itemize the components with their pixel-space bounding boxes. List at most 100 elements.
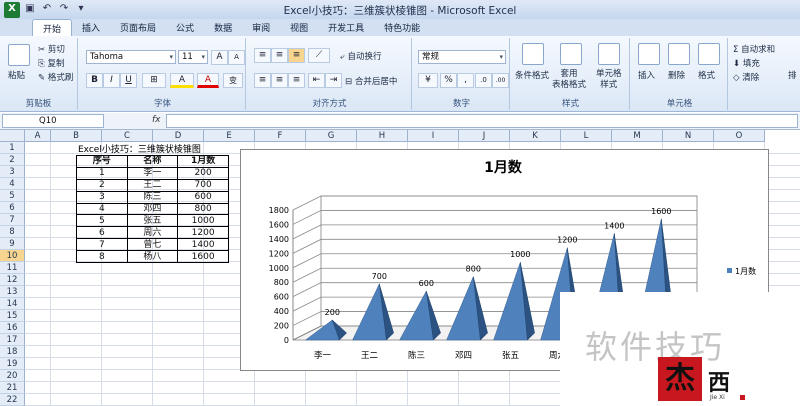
paste-button[interactable]: 粘贴	[8, 69, 25, 81]
table-cell[interactable]: 600	[177, 190, 229, 204]
column-header-h[interactable]: H	[357, 130, 408, 142]
row-header-17[interactable]: 17	[0, 334, 25, 346]
table-cell[interactable]: 700	[177, 178, 229, 192]
column-header-a[interactable]: A	[25, 130, 51, 142]
table-cell[interactable]: 陈三	[126, 190, 179, 204]
row-header-15[interactable]: 15	[0, 310, 25, 322]
table-cell[interactable]: 1600	[177, 250, 229, 264]
align-center-icon[interactable]: ≡	[271, 73, 288, 88]
table-cell[interactable]: 李一	[126, 166, 179, 180]
select-all-corner[interactable]	[0, 130, 25, 142]
align-left-icon[interactable]: ≡	[254, 73, 271, 88]
table-cell[interactable]: 2	[76, 178, 128, 192]
table-cell[interactable]: 1	[76, 166, 128, 180]
column-header-c[interactable]: C	[102, 130, 153, 142]
table-cell[interactable]: 邓四	[126, 202, 179, 216]
italic-button[interactable]: I	[103, 73, 120, 88]
table-cell[interactable]: 5	[76, 214, 128, 228]
comma-button[interactable]: ,	[457, 73, 474, 88]
indent-increase-icon[interactable]: ⇥	[325, 73, 342, 88]
fill-button[interactable]: ⬇ 填充	[733, 57, 760, 69]
column-header-m[interactable]: M	[612, 130, 663, 142]
cell-style-button[interactable]: 单元格 样式	[596, 69, 622, 91]
cell-style-icon[interactable]	[598, 43, 620, 65]
delete-cells-icon[interactable]	[668, 43, 690, 65]
font-color-button[interactable]: A	[197, 73, 219, 88]
currency-icon[interactable]: ¥	[418, 73, 438, 88]
phonetic-button[interactable]: 变	[223, 73, 243, 88]
tab-special[interactable]: 特色功能	[374, 19, 430, 36]
format-cells-icon[interactable]	[698, 43, 720, 65]
delete-cells-button[interactable]: 删除	[668, 69, 685, 81]
align-right-icon[interactable]: ≡	[288, 73, 305, 88]
row-header-1[interactable]: 1	[0, 142, 25, 154]
row-header-7[interactable]: 7	[0, 214, 25, 226]
header-cell[interactable]: 名称	[126, 155, 179, 168]
table-cell[interactable]: 王二	[126, 178, 179, 192]
table-cell[interactable]: 7	[76, 238, 128, 252]
table-cell[interactable]: 张五	[126, 214, 179, 228]
fill-color-button[interactable]: A	[170, 73, 194, 88]
wrap-text-button[interactable]: ⤶ 自动换行	[340, 50, 381, 62]
table-cell[interactable]: 4	[76, 202, 128, 216]
column-header-j[interactable]: J	[459, 130, 510, 142]
clear-button[interactable]: ◇ 清除	[733, 71, 759, 83]
bold-button[interactable]: B	[86, 73, 103, 88]
format-painter-button[interactable]: ✎ 格式刷	[38, 71, 73, 83]
row-header-3[interactable]: 3	[0, 166, 25, 178]
font-name-select[interactable]: Tahoma ▾	[86, 50, 176, 64]
align-middle-icon[interactable]: ≡	[271, 48, 288, 63]
column-header-k[interactable]: K	[510, 130, 561, 142]
row-header-14[interactable]: 14	[0, 298, 25, 310]
column-header-f[interactable]: F	[255, 130, 306, 142]
column-header-e[interactable]: E	[204, 130, 255, 142]
table-cell[interactable]: 1400	[177, 238, 229, 252]
merge-center-button[interactable]: ⊟ 合并后居中	[345, 75, 397, 87]
row-header-21[interactable]: 21	[0, 382, 25, 394]
tab-review[interactable]: 审阅	[242, 19, 280, 36]
row-header-2[interactable]: 2	[0, 154, 25, 166]
tab-insert[interactable]: 插入	[72, 19, 110, 36]
table-cell[interactable]: 200	[177, 166, 229, 180]
row-header-4[interactable]: 4	[0, 178, 25, 190]
table-cell[interactable]: 1200	[177, 226, 229, 240]
insert-cells-button[interactable]: 插入	[638, 69, 655, 81]
font-size-select[interactable]: 11 ▾	[178, 50, 208, 64]
row-header-19[interactable]: 19	[0, 358, 25, 370]
conditional-format-button[interactable]: 条件格式	[515, 69, 549, 81]
name-box[interactable]: Q10	[2, 114, 104, 128]
format-cells-button[interactable]: 格式	[698, 69, 715, 81]
table-cell[interactable]: 6	[76, 226, 128, 240]
tab-formulas[interactable]: 公式	[166, 19, 204, 36]
indent-decrease-icon[interactable]: ⇤	[308, 73, 325, 88]
row-header-6[interactable]: 6	[0, 202, 25, 214]
column-header-l[interactable]: L	[561, 130, 612, 142]
orientation-icon[interactable]: ⟋	[308, 48, 330, 63]
column-header-g[interactable]: G	[306, 130, 357, 142]
align-top-icon[interactable]: ≡	[254, 48, 271, 63]
table-format-icon[interactable]	[560, 43, 582, 65]
increase-decimal-button[interactable]: .0	[475, 73, 492, 88]
column-header-o[interactable]: O	[714, 130, 765, 142]
table-cell[interactable]: 3	[76, 190, 128, 204]
decrease-decimal-button[interactable]: .00	[492, 73, 509, 88]
border-button[interactable]: ⊞	[142, 73, 166, 88]
row-header-10[interactable]: 10	[0, 250, 25, 262]
tab-developer[interactable]: 开发工具	[318, 19, 374, 36]
header-cell[interactable]: 序号	[76, 155, 128, 168]
insert-cells-icon[interactable]	[638, 43, 660, 65]
column-header-d[interactable]: D	[153, 130, 204, 142]
row-header-12[interactable]: 12	[0, 274, 25, 286]
copy-button[interactable]: ⎘ 复制	[38, 57, 65, 69]
shrink-font-button[interactable]: A	[228, 50, 245, 65]
tab-page-layout[interactable]: 页面布局	[110, 19, 166, 36]
conditional-format-icon[interactable]	[522, 43, 544, 65]
autosum-button[interactable]: Σ 自动求和	[733, 43, 775, 55]
row-header-11[interactable]: 11	[0, 262, 25, 274]
row-header-9[interactable]: 9	[0, 238, 25, 250]
column-header-b[interactable]: B	[51, 130, 102, 142]
number-format-select[interactable]: 常规 ▾	[418, 50, 506, 64]
header-cell[interactable]: 1月数	[177, 155, 229, 168]
table-cell[interactable]: 周六	[126, 226, 179, 240]
table-cell[interactable]: 曾七	[126, 238, 179, 252]
